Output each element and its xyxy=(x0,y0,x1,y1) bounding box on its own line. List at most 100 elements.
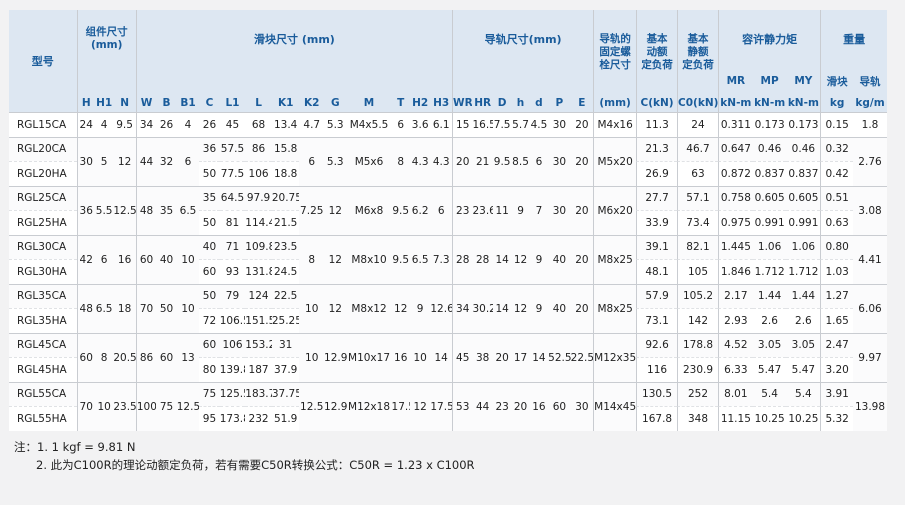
header-weight: 重量 xyxy=(820,10,887,68)
value-cell: 10 xyxy=(176,234,200,284)
value-cell: 12 xyxy=(113,136,136,186)
value-cell: 12.5 xyxy=(113,185,136,235)
value-cell: 34 xyxy=(135,112,157,137)
value-cell: 39.1 xyxy=(636,234,678,259)
value-cell: 5.47 xyxy=(786,357,821,382)
value-cell: 13 xyxy=(176,332,200,382)
model-cell: RGL45CA xyxy=(9,332,77,357)
col-header-10: K2 xyxy=(299,94,325,112)
value-cell: 30 xyxy=(570,381,594,431)
col-header-9: K1 xyxy=(271,94,300,112)
value-cell: 12 xyxy=(409,381,431,431)
value-cell: 151.5 xyxy=(245,308,272,333)
header-block: 滑块尺寸 (mm) xyxy=(135,10,453,68)
value-cell: 105.2 xyxy=(677,283,718,308)
value-cell: 33.9 xyxy=(636,210,678,235)
value-cell: 73.1 xyxy=(636,308,678,333)
value-cell: 2.6 xyxy=(752,308,787,333)
header-rail: 导轨尺寸(mm) xyxy=(452,10,594,68)
col-header-3: W xyxy=(135,94,157,112)
value-cell: 9.97 xyxy=(853,332,887,382)
value-cell: 0.605 xyxy=(752,185,787,210)
header-bolt: 导轨的 固定螺 栓尺寸 xyxy=(593,10,637,94)
value-cell: 30.2 xyxy=(472,283,493,333)
col-header-16: WR xyxy=(452,94,473,112)
value-cell: 4.7 xyxy=(299,112,325,137)
value-cell: 1.44 xyxy=(786,283,821,308)
value-cell: 1.65 xyxy=(820,308,853,333)
value-cell: 9.5 xyxy=(492,136,512,186)
value-cell: 50 xyxy=(199,161,220,186)
value-cell: 23.5 xyxy=(271,234,300,259)
value-cell: 10 xyxy=(299,283,325,333)
value-cell: 24 xyxy=(76,112,95,137)
value-cell: 36 xyxy=(76,185,95,235)
value-cell: 1.712 xyxy=(786,259,821,284)
value-cell: 17.5 xyxy=(391,381,410,431)
col-header-7: L1 xyxy=(219,94,246,112)
value-cell: 14 xyxy=(529,332,549,382)
value-cell: 0.63 xyxy=(820,210,853,235)
value-cell: 4 xyxy=(176,112,200,137)
value-cell: 106.5 xyxy=(219,308,246,333)
value-cell: 0.758 xyxy=(717,185,753,210)
value-cell: 73.4 xyxy=(677,210,718,235)
value-cell: 1.03 xyxy=(820,259,853,284)
value-cell: 12 xyxy=(324,185,347,235)
value-cell: 30 xyxy=(548,112,571,137)
value-cell: 97.9 xyxy=(245,185,272,210)
value-cell: 6 xyxy=(391,112,410,137)
value-cell: 5.4 xyxy=(752,381,787,406)
col-header-22: E xyxy=(570,94,594,112)
value-cell: 52.5 xyxy=(548,332,571,382)
value-cell: 30 xyxy=(548,185,571,235)
value-cell: 10 xyxy=(94,381,114,431)
value-cell: 20 xyxy=(492,332,512,382)
header-my: MY xyxy=(786,68,821,94)
value-cell: 4.3 xyxy=(430,136,453,186)
value-cell: 130.5 xyxy=(636,381,678,406)
col-header-29: kg xyxy=(820,94,853,112)
value-cell: 2.17 xyxy=(717,283,753,308)
value-cell: 12 xyxy=(391,283,410,333)
model-cell: RGL30CA xyxy=(9,234,77,259)
value-cell: 5.32 xyxy=(820,406,853,431)
value-cell: 0.46 xyxy=(752,136,787,161)
value-cell: 44 xyxy=(472,381,493,431)
value-cell: 8 xyxy=(299,234,325,284)
value-cell: 42 xyxy=(76,234,95,284)
value-cell: 40 xyxy=(548,234,571,284)
value-cell: 21.5 xyxy=(271,210,300,235)
value-cell: 86 xyxy=(135,332,157,382)
value-cell: 48 xyxy=(135,185,157,235)
value-cell: 0.15 xyxy=(820,112,853,137)
value-cell: 37.75 xyxy=(271,381,300,406)
model-cell: RGL55CA xyxy=(9,381,77,406)
value-cell: 106 xyxy=(219,332,246,357)
value-cell: 167.8 xyxy=(636,406,678,431)
model-cell: RGL35CA xyxy=(9,283,77,308)
value-cell: 71 xyxy=(219,234,246,259)
value-cell: 0.647 xyxy=(717,136,753,161)
value-cell: 92.6 xyxy=(636,332,678,357)
value-cell: 38 xyxy=(472,332,493,382)
value-cell: 6.1 xyxy=(430,112,453,137)
value-cell: 0.991 xyxy=(752,210,787,235)
value-cell: 44 xyxy=(135,136,157,186)
value-cell: 48.1 xyxy=(636,259,678,284)
value-cell: 124 xyxy=(245,283,272,308)
value-cell: 131.8 xyxy=(245,259,272,284)
value-cell: 64.5 xyxy=(219,185,246,210)
value-cell: 8 xyxy=(94,332,114,382)
value-cell: 46.7 xyxy=(677,136,718,161)
value-cell: 1.06 xyxy=(752,234,787,259)
value-cell: 7 xyxy=(529,185,549,235)
value-cell: 24.5 xyxy=(271,259,300,284)
value-cell: 22.5 xyxy=(570,332,594,382)
col-header-11: G xyxy=(324,94,347,112)
value-cell: 7.5 xyxy=(492,112,512,137)
value-cell: 9 xyxy=(511,185,530,235)
value-cell: M6x20 xyxy=(593,185,637,235)
value-cell: 13.4 xyxy=(271,112,300,137)
header-mp: MP xyxy=(752,68,787,94)
